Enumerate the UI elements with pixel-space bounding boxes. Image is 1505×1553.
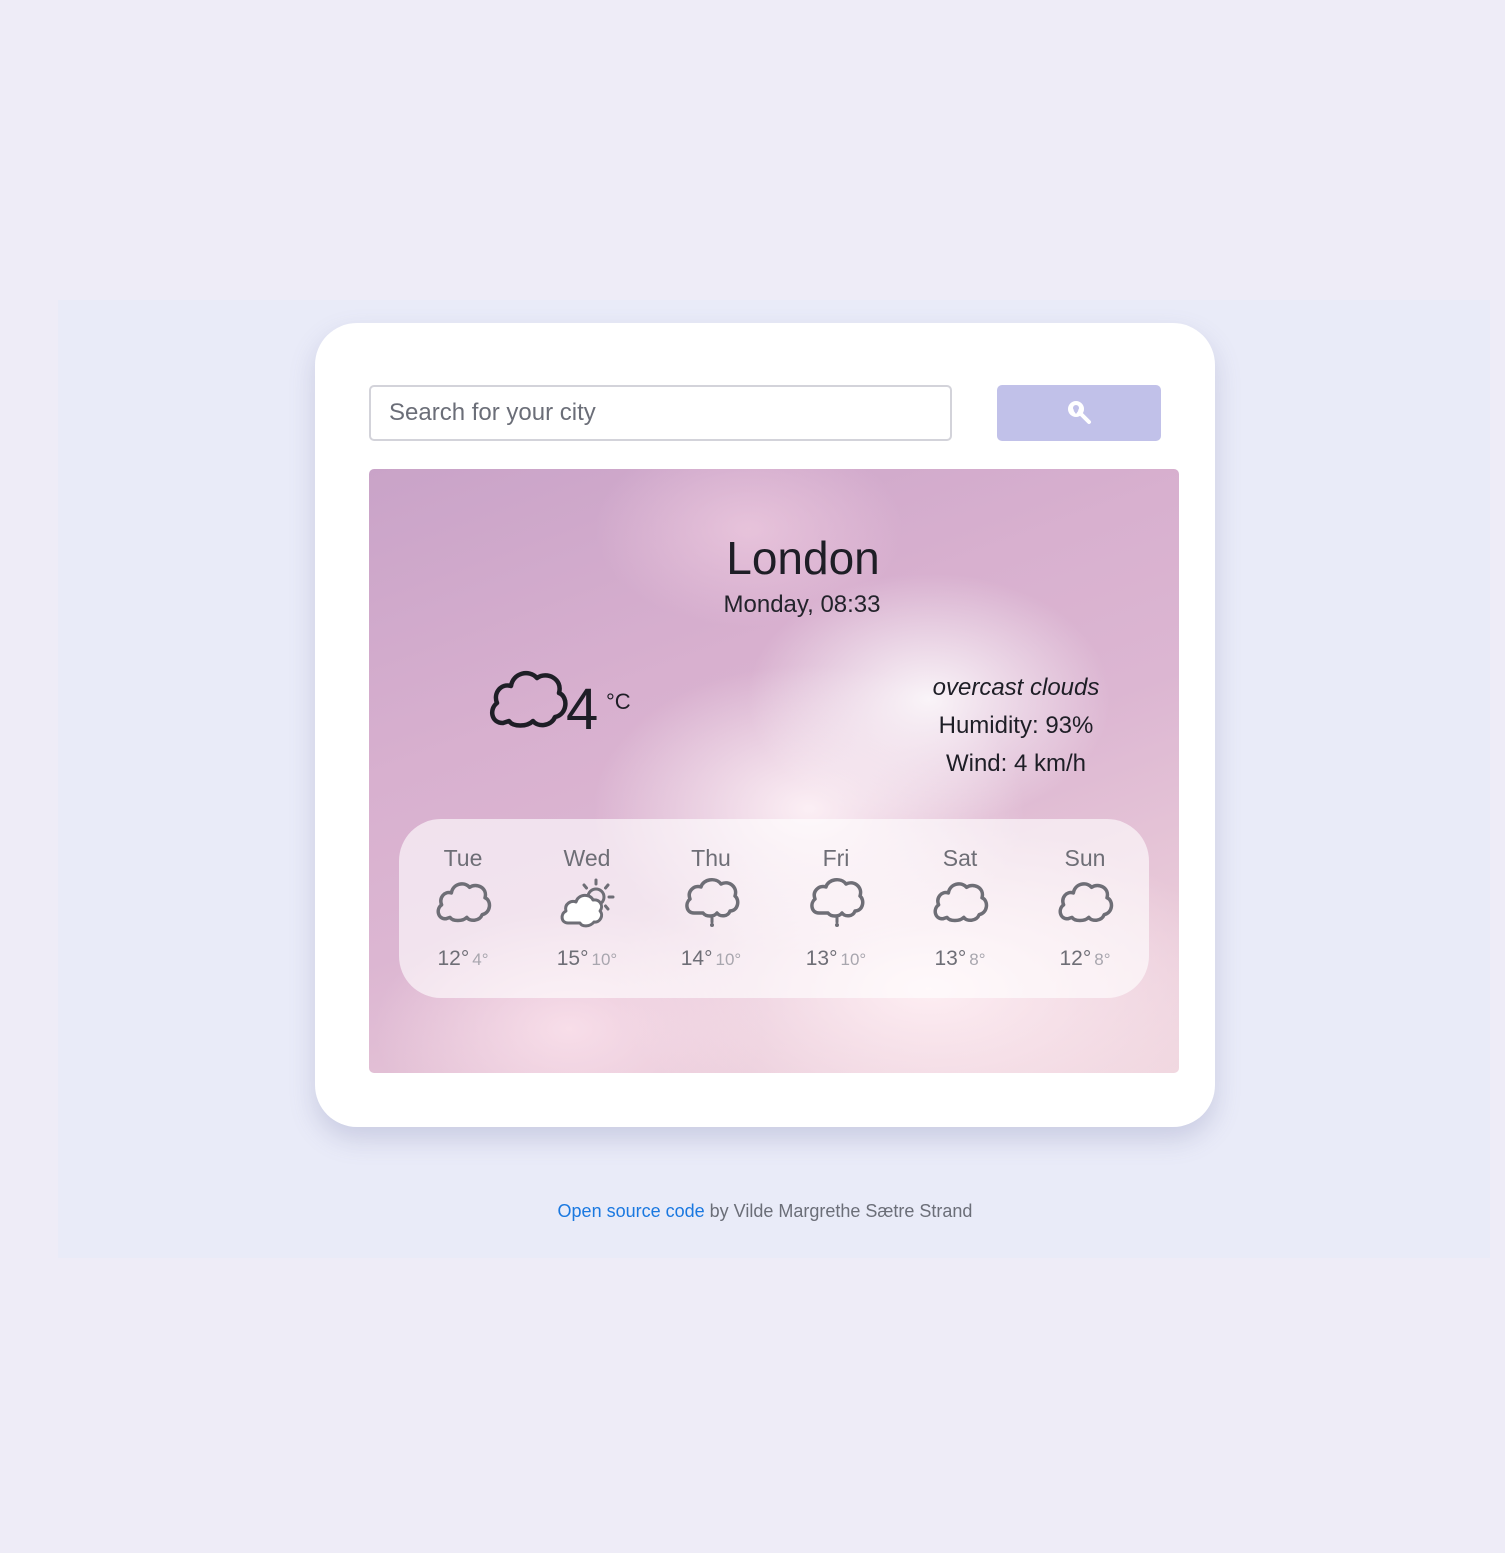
- forecast-temps: 13° 10°: [776, 947, 896, 971]
- search-location-icon: [1065, 398, 1093, 429]
- forecast-temps: 12° 8°: [1025, 947, 1145, 971]
- weather-details: overcast clouds Humidity: 93% Wind: 4 km…: [909, 669, 1123, 783]
- cloud-icon: [1058, 877, 1114, 932]
- forecast-high: 15°: [556, 947, 589, 970]
- current-temperature: 4: [566, 677, 599, 742]
- forecast-day: Fri 13° 10°: [776, 819, 896, 998]
- forecast-high: 13°: [934, 947, 967, 970]
- forecast-day: Sat 13° 8°: [900, 819, 1020, 998]
- forecast-temps: 15° 10°: [527, 947, 647, 971]
- weather-panel: London Monday, 08:33 4 °C overcast cloud…: [369, 469, 1179, 1073]
- forecast-day: Thu 14° 10°: [651, 819, 771, 998]
- city-name: London: [726, 532, 880, 584]
- rain-cloud-icon: [684, 877, 740, 934]
- forecast-low: 10°: [591, 950, 618, 969]
- footer-credit: by Vilde Margrethe Sætre Strand: [704, 1201, 973, 1221]
- search-input[interactable]: [369, 385, 952, 441]
- open-source-link[interactable]: Open source code: [558, 1201, 705, 1221]
- forecast-temps: 13° 8°: [900, 947, 1020, 971]
- current-datetime: Monday, 08:33: [723, 591, 881, 618]
- forecast-low: 8°: [1094, 950, 1111, 969]
- forecast-low: 4°: [472, 950, 489, 969]
- search-button[interactable]: [997, 385, 1161, 441]
- sun-cloud-icon: [560, 877, 618, 936]
- forecast-day-name: Sun: [1064, 845, 1106, 871]
- cloud-icon: [489, 665, 569, 738]
- humidity: Humidity: 93%: [938, 712, 1094, 739]
- forecast-high: 12°: [437, 947, 470, 970]
- forecast-day: Wed 15° 10°: [527, 819, 647, 998]
- forecast-day-name: Tue: [443, 845, 483, 871]
- weather-app-card: London Monday, 08:33 4 °C overcast cloud…: [315, 323, 1215, 1127]
- forecast-high: 13°: [805, 947, 838, 970]
- cloud-icon: [933, 877, 989, 932]
- forecast-high: 14°: [680, 947, 713, 970]
- forecast-day: Tue 12° 4°: [403, 819, 523, 998]
- forecast-high: 12°: [1059, 947, 1092, 970]
- forecast-day-name: Thu: [691, 845, 731, 871]
- temperature-unit: °C: [606, 689, 631, 714]
- footer: Open source code by Vilde Margrethe Sætr…: [0, 1201, 1505, 1222]
- forecast-day-name: Sat: [942, 845, 978, 871]
- forecast-temps: 14° 10°: [651, 947, 771, 971]
- forecast-temps: 12° 4°: [403, 947, 523, 971]
- cloud-icon: [436, 877, 492, 932]
- forecast-day: Sun 12° 8°: [1025, 819, 1145, 998]
- rain-cloud-icon: [809, 877, 865, 934]
- forecast-day-name: Wed: [563, 845, 611, 871]
- forecast-low: 10°: [840, 950, 867, 969]
- forecast-low: 10°: [715, 950, 742, 969]
- forecast-low: 8°: [969, 950, 986, 969]
- wind: Wind: 4 km/h: [945, 750, 1087, 777]
- weather-description: overcast clouds: [932, 674, 1100, 701]
- forecast-day-name: Fri: [822, 845, 850, 871]
- forecast-strip: Tue 12° 4° Wed 15° 10° Thu 14° 10° Fri 1…: [399, 819, 1149, 998]
